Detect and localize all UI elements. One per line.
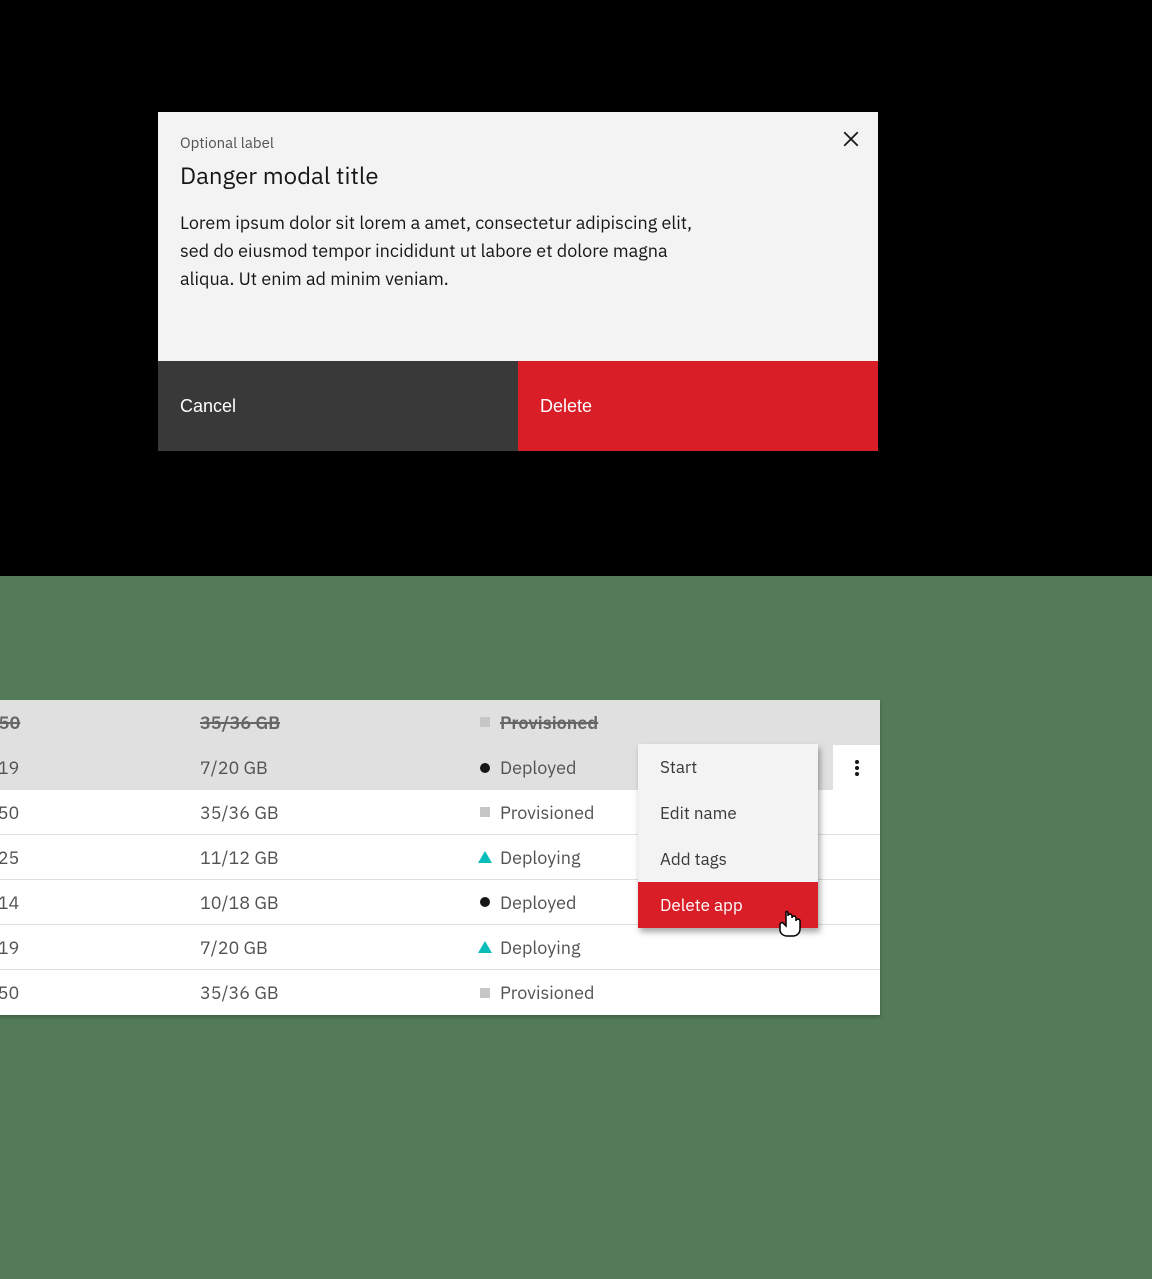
data-table: 5/50 35/36 GB Provisioned 3/197/20 GBDep… <box>0 700 880 1015</box>
cell-status-label: Provisioned <box>500 981 832 1004</box>
overflow-menu: StartEdit nameAdd tagsDelete app <box>638 744 818 928</box>
modal-title: Danger modal title <box>180 159 854 191</box>
overflow-item[interactable]: Edit name <box>638 790 818 836</box>
status-deployed-icon <box>480 763 490 773</box>
cell-col-b: 7/20 GB <box>200 756 470 779</box>
cell-col-b: 11/12 GB <box>200 846 470 869</box>
cell-col-b: 35/36 GB <box>200 801 470 824</box>
overflow-item[interactable]: Start <box>638 744 818 790</box>
status-deploying-icon <box>478 941 492 953</box>
cell-status-label: Deploying <box>500 936 832 959</box>
danger-modal: Optional label Danger modal title Lorem … <box>158 112 878 451</box>
header-status-label: Provisioned <box>500 711 598 734</box>
cell-col-a: 5/50 <box>0 801 200 824</box>
close-icon[interactable] <box>836 124 866 154</box>
status-provisioned-icon <box>480 807 490 817</box>
overflow-item[interactable]: Add tags <box>638 836 818 882</box>
header-col-a: 5/50 <box>0 711 20 734</box>
status-provisioned-icon <box>480 988 490 998</box>
cell-col-b: 35/36 GB <box>200 981 470 1004</box>
cell-col-b: 10/18 GB <box>200 891 470 914</box>
delete-button[interactable]: Delete <box>518 361 878 451</box>
table-header: 5/50 35/36 GB Provisioned <box>0 700 880 745</box>
cell-col-a: 3/25 <box>0 846 200 869</box>
table-row[interactable]: 3/197/20 GB Deploying <box>0 925 880 970</box>
overflow-item-delete-app[interactable]: Delete app <box>638 882 818 928</box>
cell-col-b: 7/20 GB <box>200 936 470 959</box>
cancel-button[interactable]: Cancel <box>158 361 518 451</box>
header-col-b: 35/36 GB <box>200 711 280 734</box>
modal-body-text: Lorem ipsum dolor sit lorem a amet, cons… <box>180 209 720 293</box>
cell-col-a: 3/19 <box>0 756 200 779</box>
modal-label: Optional label <box>180 134 854 153</box>
modal-footer: Cancel Delete <box>158 361 878 451</box>
status-provisioned-icon <box>470 717 500 727</box>
close-x-svg <box>842 130 860 148</box>
overflow-menu-button[interactable] <box>832 745 880 790</box>
cell-col-a: 3/19 <box>0 936 200 959</box>
cell-col-a: 2/14 <box>0 891 200 914</box>
status-deployed-icon <box>480 897 490 907</box>
cell-col-a: 5/50 <box>0 981 200 1004</box>
status-deploying-icon <box>478 851 492 863</box>
table-row[interactable]: 5/5035/36 GB Provisioned <box>0 970 880 1015</box>
